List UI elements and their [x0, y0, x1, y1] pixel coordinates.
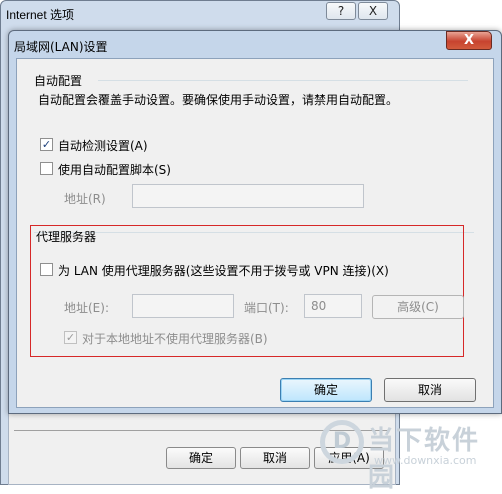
script-address-label: 地址(R) [64, 192, 106, 206]
watermark-logo-icon: D [320, 420, 364, 464]
auto-config-group-title: 自动配置 [34, 74, 83, 88]
auto-detect-checkbox[interactable]: ✓ [40, 138, 53, 151]
dialog-title: 局域网(LAN)设置 [14, 40, 108, 54]
watermark-url: www.downxia.com [374, 454, 477, 467]
dialog-close-button[interactable]: X [446, 31, 492, 50]
advanced-button[interactable]: 高级(C) [372, 295, 464, 319]
use-script-label[interactable]: 使用自动配置脚本(S) [58, 161, 171, 178]
script-address-field[interactable] [132, 184, 364, 208]
use-proxy-label[interactable]: 为 LAN 使用代理服务器(这些设置不用于拨号或 VPN 连接)(X) [58, 262, 389, 279]
bypass-local-label[interactable]: 对于本地地址不使用代理服务器(B) [82, 330, 268, 347]
internet-options-close-button[interactable]: X [358, 2, 388, 20]
bg-ok-button[interactable]: 确定 [166, 447, 236, 469]
use-proxy-checkbox[interactable] [40, 263, 53, 276]
group-divider [98, 80, 468, 81]
help-button[interactable]: ? [326, 2, 356, 20]
use-script-checkbox[interactable] [40, 162, 53, 175]
proxy-port-field[interactable]: 80 [304, 294, 362, 318]
proxy-group-title: 代理服务器 [36, 230, 97, 244]
bg-cancel-button[interactable]: 取消 [240, 447, 310, 469]
proxy-address-label: 地址(E): [64, 301, 109, 315]
internet-options-title: Internet 选项 [6, 8, 75, 22]
proxy-address-field[interactable] [132, 294, 234, 318]
auto-detect-label[interactable]: 自动检测设置(A) [58, 137, 148, 154]
auto-config-description: 自动配置会覆盖手动设置。要确保使用手动设置，请禁用自动配置。 [38, 93, 399, 107]
bypass-local-checkbox[interactable]: ✓ [64, 331, 77, 344]
cancel-button[interactable]: 取消 [384, 378, 476, 402]
proxy-port-label: 端口(T): [244, 301, 289, 315]
ok-button[interactable]: 确定 [280, 378, 372, 402]
